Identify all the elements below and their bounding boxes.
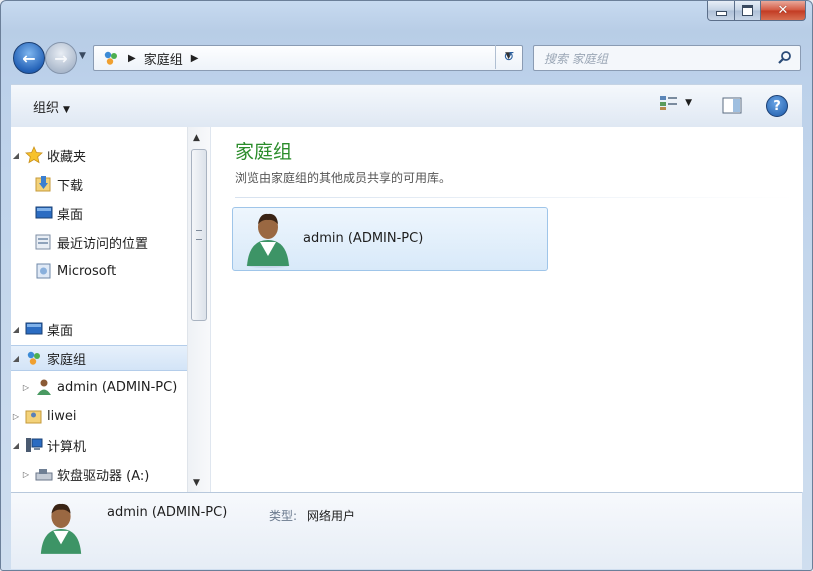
scroll-up-arrow-icon[interactable]: ▲: [193, 133, 200, 143]
maximize-icon: [742, 5, 753, 16]
star-icon: [25, 146, 43, 164]
expand-arrow-icon[interactable]: ◢: [11, 325, 21, 334]
forward-arrow-icon: →: [54, 48, 68, 68]
tree-item-desktop-favorite[interactable]: 桌面: [11, 201, 187, 225]
organize-button[interactable]: 组织 ▼: [33, 97, 70, 116]
tree-item-floppy-drive[interactable]: ▷ 软盘驱动器 (A:): [11, 462, 187, 486]
tree-item-label: 最近访问的位置: [57, 236, 149, 252]
user-folder-icon: [25, 410, 42, 424]
chevron-down-icon: ▼: [685, 98, 692, 108]
scroll-down-arrow-icon[interactable]: ▼: [193, 478, 200, 488]
tree-item-admin[interactable]: ▷ admin (ADMIN-PC): [11, 375, 187, 399]
search-input[interactable]: 搜索 家庭组: [544, 50, 608, 67]
breadcrumb-homegroup[interactable]: 家庭组: [144, 49, 183, 68]
breadcrumb-separator-icon[interactable]: ▶: [128, 53, 136, 64]
desktop-icon: [35, 206, 53, 219]
tree-item-label: 桌面: [57, 207, 84, 223]
tree-item-label: 收藏夹: [47, 149, 87, 165]
back-arrow-icon: ←: [22, 48, 36, 68]
views-icon: [660, 96, 678, 110]
navigation-pane-scrollbar[interactable]: ▲ ▼: [187, 127, 210, 492]
preview-pane-button[interactable]: [722, 97, 742, 118]
tree-item-label: liwei: [47, 408, 77, 424]
user-avatar-icon: [246, 213, 290, 268]
window-caption-buttons: ✕: [707, 1, 806, 21]
navigation-bar: ← → ▼ ▶ 家庭组 ▶ ▼ ↺ 搜索 家庭组: [11, 39, 802, 79]
tree-item-label: Microsoft: [57, 263, 117, 279]
back-button[interactable]: ←: [13, 42, 45, 74]
help-icon: ?: [773, 98, 781, 114]
tree-item-homegroup[interactable]: ◢ 家庭组: [11, 345, 187, 371]
page-description: 浏览由家庭组的其他成员共享的可用库。: [235, 171, 452, 185]
details-type-value: 网络用户: [307, 509, 356, 523]
tree-item-label: 家庭组: [47, 352, 87, 368]
desktop-icon: [25, 322, 43, 335]
tree-item-microsoft[interactable]: Microsoft: [11, 259, 187, 283]
details-type-label: 类型:: [269, 509, 298, 523]
homegroup-icon: [27, 351, 40, 365]
user-avatar-icon: [40, 503, 82, 554]
tree-item-computer[interactable]: ◢ 计算机: [11, 433, 187, 457]
search-box[interactable]: 搜索 家庭组: [533, 45, 801, 71]
tree-item-desktop[interactable]: ◢ 桌面: [11, 317, 187, 341]
expand-arrow-icon[interactable]: ◢: [11, 354, 21, 363]
divider: [235, 197, 795, 198]
homegroup-user-tile[interactable]: admin (ADMIN-PC): [232, 207, 548, 271]
minimize-button[interactable]: [707, 1, 735, 21]
change-view-button[interactable]: ▼: [659, 95, 692, 111]
minimize-icon: [715, 11, 727, 16]
chevron-down-icon: ▼: [63, 105, 70, 115]
details-name: admin (ADMIN-PC): [107, 505, 228, 520]
expand-arrow-icon[interactable]: ◢: [11, 441, 21, 450]
user-icon: [37, 379, 51, 395]
homegroup-icon: [104, 51, 117, 65]
tree-item-downloads[interactable]: 下载: [11, 172, 187, 196]
page-title: 家庭组: [235, 141, 293, 163]
tree-item-label: 下载: [57, 178, 84, 194]
close-button[interactable]: ✕: [761, 1, 806, 21]
maximize-button[interactable]: [735, 1, 761, 21]
tree-item-label: admin (ADMIN-PC): [57, 379, 178, 395]
downloads-folder-icon: [35, 176, 51, 192]
computer-icon: [26, 438, 43, 452]
scrollbar-thumb[interactable]: [191, 149, 207, 321]
preview-pane-icon: [722, 97, 742, 114]
navigation-pane: ◢ 收藏夹 下载 桌面 最近访问的位置 Microsoft ◢ 桌面 ◢ 家庭组…: [11, 127, 187, 492]
tile-label: admin (ADMIN-PC): [303, 231, 424, 246]
content-pane: 家庭组 浏览由家庭组的其他成员共享的可用库。 admin (ADMIN-PC): [210, 127, 803, 492]
tree-item-label: 软盘驱动器 (A:): [57, 468, 150, 484]
tree-item-liwei[interactable]: ▷ liwei: [11, 404, 187, 428]
recent-pages-dropdown[interactable]: ▼: [79, 51, 86, 61]
expand-arrow-icon[interactable]: ▷: [21, 383, 31, 392]
command-bar: 组织 ▼ ▼ ?: [11, 84, 802, 128]
tree-item-label: 计算机: [47, 439, 87, 455]
details-pane: admin (ADMIN-PC) 类型: 网络用户: [11, 492, 802, 569]
scroll-grip-icon: [196, 230, 202, 240]
tree-item-label: 桌面: [47, 323, 74, 339]
floppy-drive-icon: [35, 469, 53, 481]
forward-button[interactable]: →: [45, 42, 77, 74]
expand-arrow-icon[interactable]: ◢: [11, 151, 21, 160]
help-button[interactable]: ?: [766, 95, 788, 117]
organize-label: 组织: [33, 101, 60, 116]
expand-arrow-icon[interactable]: ▷: [11, 412, 21, 421]
explorer-window: ✕ ← → ▼ ▶ 家庭组 ▶ ▼ ↺ 搜索 家庭组 组织 ▼ ▼ ? ◢ 收藏…: [0, 0, 813, 571]
search-icon[interactable]: [777, 50, 792, 65]
refresh-icon: ↺: [503, 49, 515, 65]
address-bar[interactable]: ▶ 家庭组 ▶ ▼: [93, 45, 523, 71]
close-icon: ✕: [777, 3, 789, 18]
tree-item-favorites[interactable]: ◢ 收藏夹: [11, 143, 187, 167]
refresh-button[interactable]: ↺: [495, 45, 522, 69]
cloud-folder-icon: [36, 263, 51, 279]
breadcrumb-separator-icon[interactable]: ▶: [191, 53, 199, 64]
expand-arrow-icon[interactable]: ▷: [21, 470, 31, 479]
recent-places-icon: [35, 234, 51, 250]
tree-item-recent-places[interactable]: 最近访问的位置: [11, 230, 187, 254]
